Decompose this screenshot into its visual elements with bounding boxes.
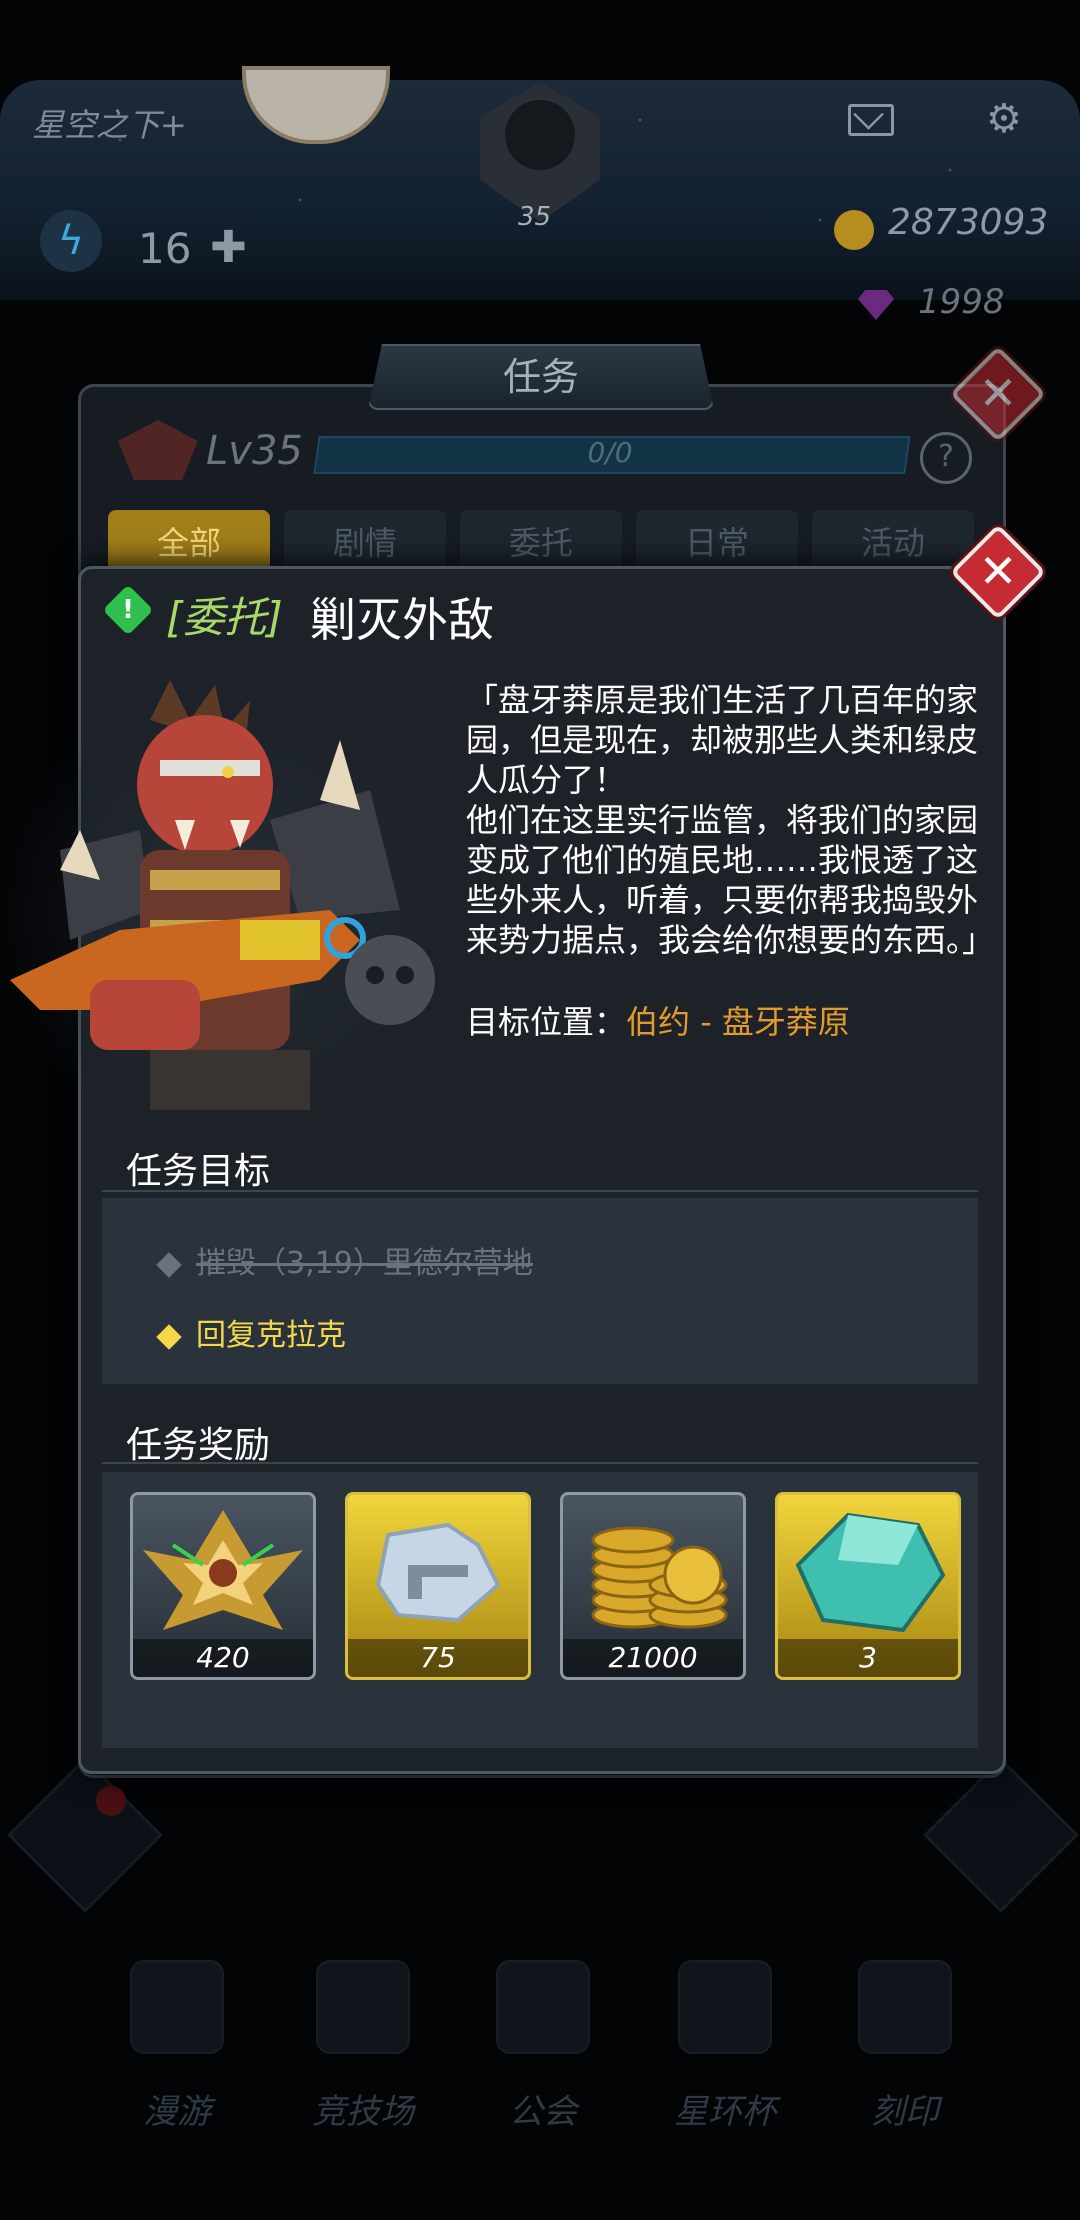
gold-coins-icon: [591, 1526, 728, 1629]
crystal-icon: [795, 1512, 946, 1633]
nav-label: 漫游: [143, 2092, 211, 2132]
nav-starring-cup[interactable]: 星环杯: [640, 1960, 810, 2133]
objectives-box: [102, 1198, 978, 1384]
side-list-button[interactable]: [923, 1757, 1079, 1913]
mail-icon[interactable]: [848, 104, 894, 136]
objective-completed: 摧毁（3,19）里德尔营地: [156, 1238, 533, 1282]
reward-crystal[interactable]: 3: [775, 1492, 961, 1680]
nav-roam[interactable]: 漫游: [92, 1960, 262, 2133]
quest-type: [委托]: [166, 593, 283, 642]
nav-label: 竞技场: [312, 2092, 414, 2132]
task-progress-text: 0/0: [587, 436, 633, 469]
nav-label: 刻印: [871, 2092, 939, 2132]
objective-active: 回复克拉克: [156, 1310, 346, 1354]
rewards-header: 任务奖励: [126, 1425, 271, 1466]
roam-icon: [130, 1960, 224, 2054]
alert-icon: !: [102, 584, 154, 636]
guild-icon: [496, 1960, 590, 2054]
side-menu-button[interactable]: [7, 1757, 163, 1913]
helmet-icon: [505, 100, 575, 170]
notification-badge: [96, 1786, 126, 1816]
reward-qty: 3: [778, 1639, 958, 1677]
close-icon: ✕: [978, 366, 1018, 420]
gear-icon[interactable]: ⚙: [986, 96, 1022, 142]
quest-description: 「盘牙莽原是我们生活了几百年的家园，但是现在，却被那些人类和绿皮人瓜分了！ 他们…: [466, 681, 995, 959]
quest-title: 剿灭外敌: [310, 593, 494, 647]
tab-commission[interactable]: 委托: [460, 510, 622, 570]
player-level: 35: [518, 202, 552, 232]
objectives-header: 任务目标: [126, 1151, 271, 1192]
reward-gold-coins[interactable]: 21000: [560, 1492, 746, 1680]
orc-quest-giver-portrait: [0, 680, 470, 1150]
tab-event[interactable]: 活动: [812, 510, 974, 570]
rank-xp-icon: [143, 1510, 303, 1630]
target-location-row: 目标位置：伯约 - 盘牙莽原: [466, 1000, 850, 1044]
player-name: 星空之下+: [32, 106, 187, 144]
task-level: Lv35: [206, 428, 303, 474]
tab-daily[interactable]: 日常: [636, 510, 798, 570]
starring-cup-icon: [678, 1960, 772, 2054]
nav-arena[interactable]: 竞技场: [278, 1960, 448, 2133]
coin-icon: [834, 210, 874, 250]
gem-icon: [858, 290, 894, 320]
reward-qty: 75: [348, 1639, 528, 1677]
weapon-blueprint-icon: [375, 1522, 501, 1623]
divider: [102, 1190, 978, 1192]
divider: [102, 1462, 978, 1464]
engrave-icon: [858, 1960, 952, 2054]
tab-story[interactable]: 剧情: [284, 510, 446, 570]
nav-guild[interactable]: 公会: [458, 1960, 628, 2133]
arena-icon: [316, 1960, 410, 2054]
reward-rank-xp[interactable]: 420: [130, 1492, 316, 1680]
nav-label: 星环杯: [674, 2092, 776, 2132]
help-button[interactable]: ?: [920, 432, 972, 484]
close-icon: ✕: [978, 544, 1018, 598]
gem-count: 1998: [918, 282, 1005, 322]
diamond-bullet-icon: [156, 1251, 182, 1278]
nav-label: 公会: [509, 2092, 577, 2132]
tab-all[interactable]: 全部: [108, 510, 270, 570]
task-tabs: 全部 剧情 委托 日常 活动: [108, 510, 976, 570]
diamond-bullet-icon: [156, 1323, 182, 1350]
add-energy-icon[interactable]: ✚: [210, 222, 247, 273]
bottom-nav: 漫游 竞技场 公会 星环杯 刻印: [0, 1960, 1080, 2160]
nav-engrave[interactable]: 刻印: [820, 1960, 990, 2133]
reward-qty: 21000: [563, 1639, 743, 1677]
reward-qty: 420: [133, 1639, 313, 1677]
target-location[interactable]: 伯约 - 盘牙莽原: [626, 1003, 850, 1041]
reward-weapon-blueprint[interactable]: 75: [345, 1492, 531, 1680]
target-label: 目标位置：: [466, 1003, 627, 1041]
energy-icon: ϟ: [40, 210, 102, 272]
task-panel-title: 任务: [368, 344, 714, 410]
coin-count: 2873093: [888, 202, 1049, 243]
energy-count: 16: [138, 224, 192, 273]
